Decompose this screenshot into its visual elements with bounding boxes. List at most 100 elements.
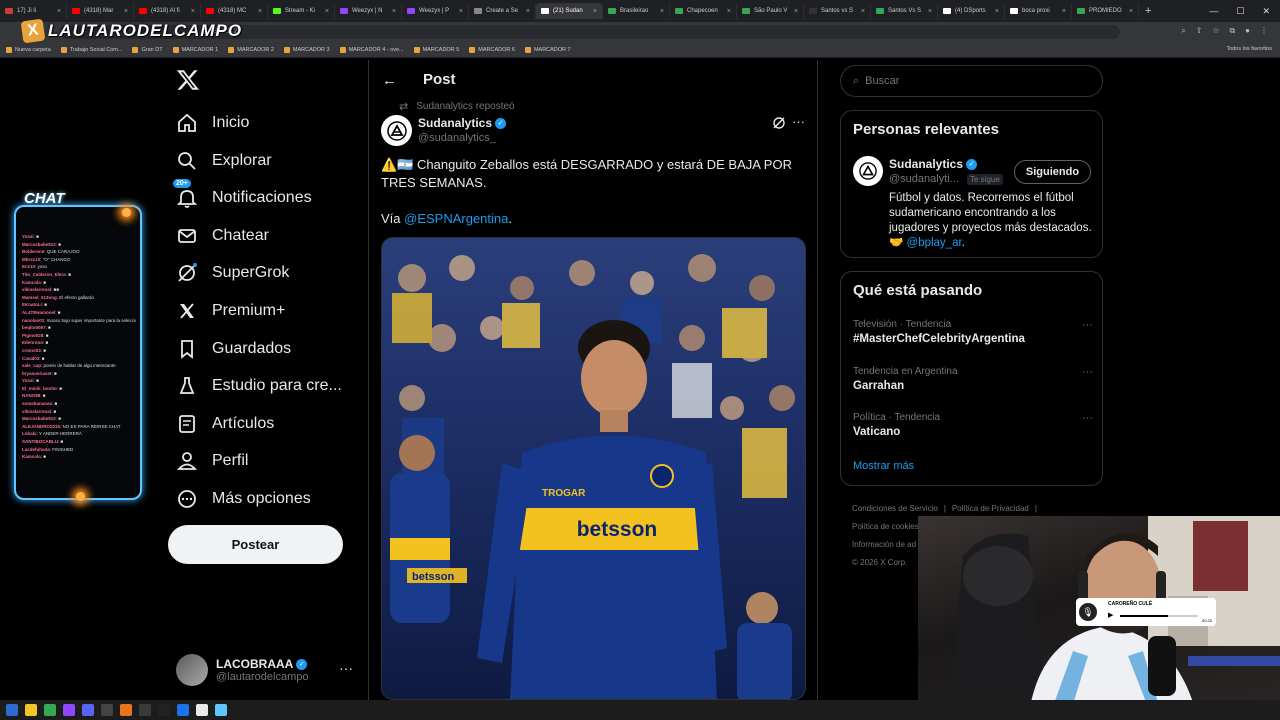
- browser-tab[interactable]: PROMIEDO ×: [1072, 3, 1139, 19]
- search-input[interactable]: ⌕ Buscar: [840, 65, 1103, 97]
- author-name[interactable]: Sudanalytics ✓: [418, 116, 507, 130]
- sidebar-item-más-opciones[interactable]: Más opciones: [176, 481, 311, 517]
- tab-close-icon[interactable]: ×: [928, 8, 932, 15]
- bookmark-item[interactable]: MARCADOR 7: [524, 46, 571, 53]
- taskbar-app-icon[interactable]: [215, 704, 227, 716]
- taskbar-app-icon[interactable]: [196, 704, 208, 716]
- tab-close-icon[interactable]: ×: [593, 8, 597, 15]
- taskbar-app-icon[interactable]: [139, 704, 151, 716]
- back-arrow-icon[interactable]: ←: [382, 72, 397, 89]
- sidebar-item-guardados[interactable]: Guardados: [176, 331, 291, 367]
- extensions-icon[interactable]: ⧉: [1229, 26, 1235, 36]
- post-image[interactable]: betsson TROGAR betsson: [381, 237, 806, 700]
- tab-close-icon[interactable]: ×: [861, 8, 865, 15]
- maximize-button[interactable]: ☐: [1236, 6, 1244, 17]
- browser-tab[interactable]: Weezyx | N ×: [335, 3, 402, 19]
- author-avatar[interactable]: [381, 115, 412, 146]
- tab-close-icon[interactable]: ×: [727, 8, 731, 15]
- footer-link[interactable]: Política de cookies: [852, 522, 919, 531]
- taskbar-app-icon[interactable]: [82, 704, 94, 716]
- browser-tab[interactable]: Brasileirao ×: [603, 3, 670, 19]
- menu-icon[interactable]: ⋮: [1260, 26, 1268, 36]
- grok-icon[interactable]: [772, 116, 786, 133]
- tab-close-icon[interactable]: ×: [794, 8, 798, 15]
- tab-close-icon[interactable]: ×: [191, 8, 195, 15]
- new-tab-button[interactable]: +: [1145, 5, 1151, 17]
- tab-close-icon[interactable]: ×: [1129, 8, 1133, 15]
- more-icon[interactable]: ···: [339, 660, 353, 676]
- trend-item[interactable]: Política · Tendencia Vaticano ···: [853, 412, 1093, 438]
- post-button[interactable]: Postear: [168, 525, 343, 564]
- footer-link[interactable]: © 2026 X Corp.: [852, 558, 907, 567]
- sidebar-item-explorar[interactable]: Explorar: [176, 143, 272, 179]
- tab-close-icon[interactable]: ×: [660, 8, 664, 15]
- taskbar-app-icon[interactable]: [101, 704, 113, 716]
- relevant-handle[interactable]: @sudanalyti...: [889, 173, 959, 185]
- mention-link[interactable]: @ESPNArgentina: [404, 211, 508, 226]
- bookmark-item[interactable]: MARCADOR 3: [283, 46, 330, 53]
- bookmark-item[interactable]: Nueva carpeta: [6, 46, 51, 53]
- tab-close-icon[interactable]: ×: [459, 8, 463, 15]
- taskbar-app-icon[interactable]: [63, 704, 75, 716]
- sidebar-item-inicio[interactable]: Inicio: [176, 105, 249, 141]
- profile-icon[interactable]: ●: [1245, 26, 1250, 36]
- tab-close-icon[interactable]: ×: [1062, 8, 1066, 15]
- bio-mention-link[interactable]: @bplay_ar: [907, 237, 962, 249]
- tab-close-icon[interactable]: ×: [995, 8, 999, 15]
- zoom-icon[interactable]: ⌕: [1181, 26, 1185, 36]
- tab-close-icon[interactable]: ×: [258, 8, 262, 15]
- taskbar-app-icon[interactable]: [6, 704, 18, 716]
- tab-close-icon[interactable]: ×: [392, 8, 396, 15]
- following-button[interactable]: Siguiendo: [1014, 160, 1091, 184]
- trend-more-icon[interactable]: ···: [1082, 319, 1093, 331]
- browser-tab[interactable]: Weezyx | P ×: [402, 3, 469, 19]
- taskbar-app-icon[interactable]: [120, 704, 132, 716]
- bookmark-item[interactable]: MARCADOR 4 - ove...: [339, 46, 404, 53]
- bookmark-item[interactable]: MARCADOR 2: [228, 46, 274, 53]
- footer-link[interactable]: Política de Privacidad: [952, 504, 1029, 513]
- bookmark-item[interactable]: MARCADOR 6: [469, 46, 515, 53]
- browser-tab[interactable]: (21) Sudan ×: [536, 3, 603, 19]
- taskbar-app-icon[interactable]: [158, 704, 170, 716]
- show-more-link[interactable]: Mostrar más: [853, 460, 914, 472]
- bookmark-item[interactable]: MARCADOR 5: [413, 46, 459, 53]
- tab-close-icon[interactable]: ×: [57, 8, 61, 15]
- x-logo-icon[interactable]: [176, 68, 200, 92]
- browser-tab[interactable]: Santos vs S ×: [804, 3, 871, 19]
- browser-tab[interactable]: Santos Vs S ×: [871, 3, 938, 19]
- account-switcher[interactable]: LACOBRAAA ✓ @lautarodelcampo ···: [176, 650, 361, 690]
- tab-close-icon[interactable]: ×: [325, 8, 329, 15]
- footer-link[interactable]: Condiciones de Servicio: [852, 504, 938, 513]
- bookmark-item[interactable]: MARCADOR 1: [172, 46, 218, 53]
- browser-tab[interactable]: boca proxi ×: [1005, 3, 1072, 19]
- trend-item[interactable]: Tendencia en Argentina Garrahan ···: [853, 366, 1093, 392]
- sidebar-item-supergrok[interactable]: SuperGrok: [176, 255, 289, 291]
- sidebar-item-estudio-para-cre-[interactable]: Estudio para cre...: [176, 368, 342, 404]
- sidebar-item-perfil[interactable]: Perfil: [176, 443, 248, 479]
- browser-tab[interactable]: Chapecoen ×: [670, 3, 737, 19]
- sidebar-item-notificaciones[interactable]: 20+ Notificaciones: [173, 179, 312, 216]
- browser-tab[interactable]: (4) DSports ×: [938, 3, 1005, 19]
- post-more-icon[interactable]: ···: [792, 114, 805, 129]
- repost-indicator[interactable]: ⇄ Sudanalytics reposteó: [399, 100, 515, 113]
- browser-tab[interactable]: Stream - Ki ×: [268, 3, 335, 19]
- bookmark-item[interactable]: Gran DT: [132, 46, 163, 53]
- browser-tab[interactable]: Create a Se ×: [469, 3, 536, 19]
- tab-close-icon[interactable]: ×: [124, 8, 128, 15]
- taskbar-app-icon[interactable]: [25, 704, 37, 716]
- footer-link[interactable]: Información de ad: [852, 540, 916, 549]
- taskbar-app-icon[interactable]: [44, 704, 56, 716]
- author-handle[interactable]: @sudanalytics_: [418, 132, 496, 144]
- sidebar-item-chatear[interactable]: Chatear: [176, 218, 269, 254]
- minimize-button[interactable]: —: [1209, 6, 1218, 16]
- sidebar-item-artículos[interactable]: Artículos: [176, 406, 274, 442]
- trend-more-icon[interactable]: ···: [1082, 412, 1093, 424]
- trend-item[interactable]: Televisión · Tendencia #MasterChefCelebri…: [853, 319, 1093, 345]
- star-icon[interactable]: ☆: [1212, 26, 1219, 36]
- relevant-name[interactable]: Sudanalytics ✓: [889, 157, 978, 171]
- bookmark-item[interactable]: Trabajo Social Com...: [60, 46, 122, 53]
- sidebar-item-premium-[interactable]: Premium+: [176, 293, 285, 329]
- trend-more-icon[interactable]: ···: [1082, 366, 1093, 378]
- all-bookmarks[interactable]: Todos los favoritos: [1226, 46, 1272, 52]
- relevant-avatar[interactable]: [853, 156, 883, 186]
